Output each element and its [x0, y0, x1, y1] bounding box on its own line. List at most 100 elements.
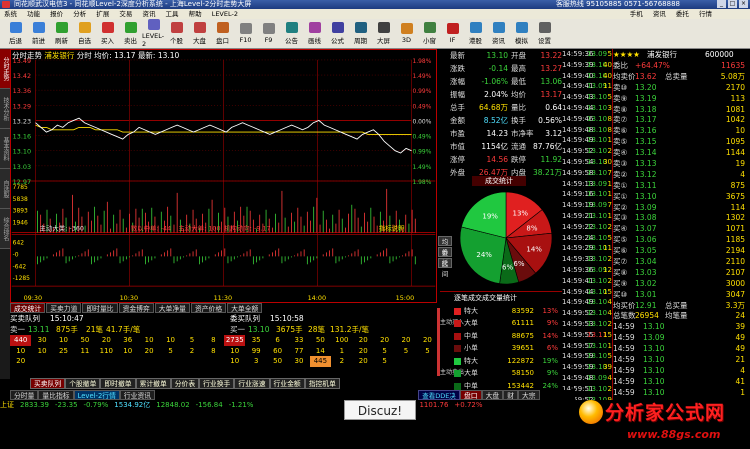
buy-row: 买⑥ 13.05 2194	[613, 246, 750, 257]
footer-tab-6[interactable]: 行业涨速	[234, 378, 270, 389]
volume-pie-chart: 13%8%14%6%6%24%19%	[459, 191, 553, 285]
toolbar-button-14[interactable]: 公式	[326, 19, 349, 48]
queue-left-cell: 30	[37, 336, 47, 344]
ddx-tab-range[interactable]: 区间	[438, 258, 452, 278]
recent-tick-row-cell: 49	[735, 333, 745, 343]
toolbar-button-20[interactable]: 港股	[464, 19, 487, 48]
toolbar-button-11[interactable]: F9	[257, 19, 280, 48]
menu-help[interactable]: 帮助	[189, 10, 202, 18]
panel-tab-0[interactable]: 成交统计	[10, 303, 46, 313]
toolbar-button-9[interactable]: 盘口	[211, 19, 234, 48]
toolbar-button-3[interactable]: 自选	[73, 19, 96, 48]
footer-tab-2[interactable]: 即时撤单	[100, 378, 136, 389]
footer-tab-3[interactable]: 累计撤单	[135, 378, 171, 389]
dde-button[interactable]: 查看DDE决策	[418, 390, 460, 410]
menu-trade[interactable]: 交易	[119, 10, 132, 18]
panel-tab-4[interactable]: 大单净量	[154, 303, 190, 313]
menu-mobile[interactable]: 手机	[630, 10, 643, 18]
bottom-tab-1[interactable]: 大盘	[481, 390, 504, 400]
toolbar-label-18: 小窗	[423, 37, 436, 45]
toolbar-button-6[interactable]: LEVEL-2	[142, 19, 165, 48]
tick-time: 14:59:40	[562, 71, 594, 80]
toolbar-button-17[interactable]: 3D	[395, 19, 418, 48]
vtab-ranking[interactable]: 综合排名	[0, 209, 10, 249]
panel-tab-1[interactable]: 买卖力道	[46, 303, 82, 313]
menu-market[interactable]: 行情	[699, 10, 712, 18]
menu-info[interactable]: 资讯	[653, 10, 666, 18]
toolbar-button-19[interactable]: IF	[441, 19, 464, 48]
panel-tab-3[interactable]: 资金博弈	[118, 303, 154, 313]
pct-axis-label: 1.49%	[413, 164, 432, 171]
quote-val-1: -1.06%	[481, 77, 508, 86]
menu-extend[interactable]: 扩展	[96, 10, 109, 18]
menu-news[interactable]: 资讯	[142, 10, 155, 18]
footer-tab-7[interactable]: 行业金额	[269, 378, 305, 389]
footer-tab2-1[interactable]: 量比指标	[38, 390, 74, 400]
menu-system[interactable]: 系统	[4, 10, 17, 18]
queue-scrollbar[interactable]	[437, 308, 440, 376]
ddx-tab-avg[interactable]: 均价	[438, 236, 452, 256]
queue-buy-time: 15:10:47	[50, 314, 84, 323]
toolbar-button-7[interactable]: 个股	[165, 19, 188, 48]
toolbar-button-5[interactable]: 卖出	[119, 19, 142, 48]
toolbar-button-23[interactable]: 设置	[533, 19, 556, 48]
tick-vol: 3	[607, 103, 612, 112]
bottom-tab-2[interactable]: 财	[503, 390, 518, 400]
toolbar-button-8[interactable]: 大盘	[188, 19, 211, 48]
panel-tab-5[interactable]: 资产价格	[190, 303, 227, 313]
toolbar-button-15[interactable]: 周期	[349, 19, 372, 48]
toolbar-button-21[interactable]: 资讯	[487, 19, 510, 48]
sell-row-cell: 卖⑨	[613, 93, 628, 103]
footer-tab2-3[interactable]: 行业资讯	[119, 390, 156, 400]
vtab-watchlist[interactable]: 自选股	[0, 169, 10, 209]
footer-tab-1[interactable]: 个股撤单	[65, 378, 101, 389]
menu-level2[interactable]: LEVEL-2	[212, 10, 238, 18]
hotline-text: 客服热线 95105885 0571-56768888	[555, 0, 680, 8]
panel-tab-2[interactable]: 即时量比	[82, 303, 118, 313]
footer-tab2-2[interactable]: Level-2行情	[73, 390, 120, 400]
close-button[interactable]: ×	[739, 0, 748, 8]
toolbar-button-0[interactable]: 后退	[4, 19, 27, 48]
toolbar-button-2[interactable]: 刷新	[50, 19, 73, 48]
bottom-tab-3[interactable]: 大宗	[517, 390, 540, 400]
toolbar-icon-2	[55, 22, 68, 33]
sell-row-cell: 13.11	[635, 180, 657, 190]
vtab-intraday[interactable]: 分时走势	[0, 49, 10, 89]
queue-left-head: 卖一	[10, 325, 25, 334]
menu-quote[interactable]: 报价	[50, 10, 63, 18]
menu-tools[interactable]: 工具	[166, 10, 179, 18]
ddx-swatch	[454, 307, 461, 315]
footer-tab-0[interactable]: 买卖队列	[30, 378, 66, 389]
toolbar-button-10[interactable]: F10	[234, 19, 257, 48]
maximize-button[interactable]: □	[728, 0, 737, 8]
toolbar-button-22[interactable]: 模拟	[510, 19, 533, 48]
tick-price: 13.10	[587, 168, 608, 177]
ddx-tab-order[interactable]: 委托	[438, 247, 452, 267]
menu-function[interactable]: 功能	[27, 10, 40, 18]
menu-analysis[interactable]: 分析	[73, 10, 86, 18]
bottom-tab-0[interactable]: 盘口	[460, 390, 482, 400]
menu-order[interactable]: 委托	[676, 10, 689, 18]
vtab-technical[interactable]: 技术分析	[0, 89, 10, 129]
toolbar-button-16[interactable]: 大屏	[372, 19, 395, 48]
toolbar-button-1[interactable]: 前进	[27, 19, 50, 48]
tick-time: 14:59:33	[562, 255, 594, 264]
queue-left-cell	[181, 356, 202, 367]
vtab-fundamental[interactable]: 基本资料	[0, 129, 10, 169]
footer-tab2-0[interactable]: 分时量	[10, 390, 39, 400]
toolbar-button-13[interactable]: 画线	[303, 19, 326, 48]
panel-tab-6[interactable]: 大单全额	[227, 303, 263, 313]
toolbar: 后退 前进 刷新 自选 买入 卖出 LEVEL-2 个股 大盘 盘口 F10 F9 公告 画线 公式 周期 大屏…	[0, 19, 750, 49]
toolbar-button-4[interactable]: 买入	[96, 19, 119, 48]
footer-tab-5[interactable]: 行业换手	[199, 378, 235, 389]
chart-legend-indicator[interactable]: 指标说明	[379, 224, 405, 233]
toolbar-button-18[interactable]: 小窗	[418, 19, 441, 48]
minimize-button[interactable]: _	[717, 0, 726, 8]
tick-time: 14:59:53	[562, 319, 594, 328]
intraday-chart[interactable]: 13.4913.4213.3613.2913.2313.1613.1013.03…	[10, 49, 437, 303]
toolbar-button-12[interactable]: 公告	[280, 19, 303, 48]
tick-list[interactable]: 14:59:36 13.09 5 14:59:39 13.10 40 14:59:40 13.…	[562, 49, 612, 425]
footer-tab-4[interactable]: 分价表	[170, 378, 200, 389]
queue-left-cell: 10	[123, 346, 133, 355]
footer-tab-8[interactable]: 指控机单	[304, 378, 340, 389]
